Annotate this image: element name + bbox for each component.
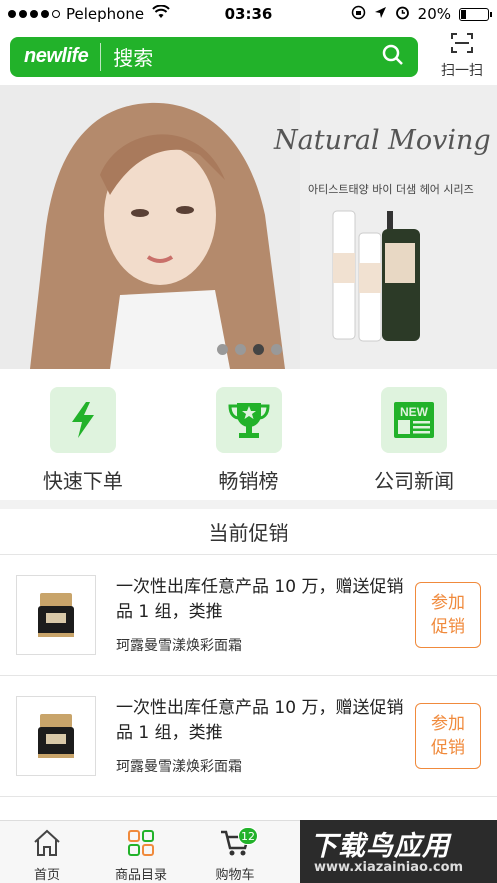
- location-icon: [374, 5, 387, 23]
- join-promo-button[interactable]: 参加 促销: [415, 703, 481, 769]
- model-photo: [0, 85, 300, 369]
- watermark: 下载鸟应用 www.xiazainiao.com: [300, 820, 497, 883]
- scan-icon: [451, 33, 473, 57]
- lightning-icon: [49, 387, 116, 453]
- promo-item[interactable]: 一次性出库任意产品 10 万，赠送促销品 1 组，类推 珂露曼雪漾焕彩面霜 参加…: [0, 555, 497, 676]
- product-name: 珂露曼雪漾焕彩面霜: [116, 759, 242, 775]
- grid-icon: [127, 829, 155, 861]
- wifi-icon: [152, 4, 170, 23]
- battery-percent: 20%: [417, 5, 451, 23]
- search-icon[interactable]: [382, 44, 404, 70]
- cart-count-badge: 12: [238, 827, 258, 845]
- banner-title: Natural Moving Hair: [274, 125, 497, 156]
- promotions-section: 当前促销 一次性出库任意产品 10 万，赠送促销品 1 组，类推 珂露曼雪漾焕彩…: [0, 509, 497, 820]
- carousel-dots[interactable]: [217, 344, 282, 355]
- home-icon: [32, 829, 62, 861]
- product-thumbnail: [16, 696, 96, 776]
- carousel-dot[interactable]: [217, 344, 228, 355]
- best-sellers-button[interactable]: 畅销榜: [166, 369, 332, 500]
- watermark-text: 下载鸟应用: [310, 831, 450, 862]
- product-bottles-image: [332, 210, 420, 342]
- app-header: newlife 搜索 扫一扫: [0, 28, 497, 85]
- join-promo-button[interactable]: 参加 促销: [415, 582, 481, 648]
- status-bar: Pelephone 03:36 20%: [0, 0, 497, 28]
- quick-menu-label: 快速下单: [42, 469, 123, 493]
- company-news-button[interactable]: NEW 公司新闻: [331, 369, 497, 500]
- quick-menu: 快速下单 畅销榜 NEW 公司新闻: [0, 369, 497, 500]
- rotation-lock-icon: [351, 5, 366, 24]
- promo-item[interactable]: 一次性出库任意产品 10 万，赠送促销品 1 组，类推 珂露曼雪漾焕彩面霜 参加…: [0, 676, 497, 797]
- news-icon: NEW: [381, 387, 448, 453]
- tab-home[interactable]: 首页: [0, 821, 94, 883]
- tab-cart[interactable]: 12 购物车: [188, 821, 282, 883]
- carousel-dot[interactable]: [253, 344, 264, 355]
- watermark-url: www.xiazainiao.com: [314, 860, 464, 875]
- quick-menu-label: 畅销榜: [218, 469, 279, 493]
- search-bar[interactable]: newlife 搜索: [10, 36, 418, 77]
- banner-subtitle: 아티스트태양 바이 더샘 헤어 시리즈: [308, 183, 474, 196]
- alarm-icon: [395, 5, 410, 24]
- quick-menu-label: 公司新闻: [374, 469, 455, 493]
- promo-description: 一次性出库任意产品 10 万，赠送促销品 1 组，类推: [116, 698, 404, 743]
- tab-catalog[interactable]: 商品目录: [94, 821, 188, 883]
- battery-icon: [459, 7, 492, 21]
- quick-order-button[interactable]: 快速下单: [0, 369, 166, 500]
- product-thumbnail: [16, 575, 96, 655]
- search-input[interactable]: 搜索: [113, 42, 382, 71]
- trophy-icon: [215, 387, 282, 453]
- brand-logo: newlife: [24, 45, 89, 67]
- scan-button[interactable]: 扫一扫: [437, 33, 487, 80]
- svg-text:NEW: NEW: [400, 405, 429, 419]
- divider: [100, 42, 102, 71]
- tab-label: 首页: [33, 868, 60, 883]
- promo-banner[interactable]: Natural Moving Hair 아티스트태양 바이 더샘 헤어 시리즈: [0, 85, 497, 369]
- carrier-name: Pelephone: [66, 5, 145, 23]
- signal-strength-icon: [8, 10, 60, 18]
- tab-label: 商品目录: [114, 868, 167, 883]
- carousel-dot[interactable]: [235, 344, 246, 355]
- section-title: 当前促销: [0, 509, 497, 555]
- tab-label: 购物车: [215, 868, 255, 883]
- promo-description: 一次性出库任意产品 10 万，赠送促销品 1 组，类推: [116, 577, 404, 622]
- carousel-dot[interactable]: [271, 344, 282, 355]
- scan-label: 扫一扫: [441, 63, 483, 79]
- product-name: 珂露曼雪漾焕彩面霜: [116, 638, 242, 654]
